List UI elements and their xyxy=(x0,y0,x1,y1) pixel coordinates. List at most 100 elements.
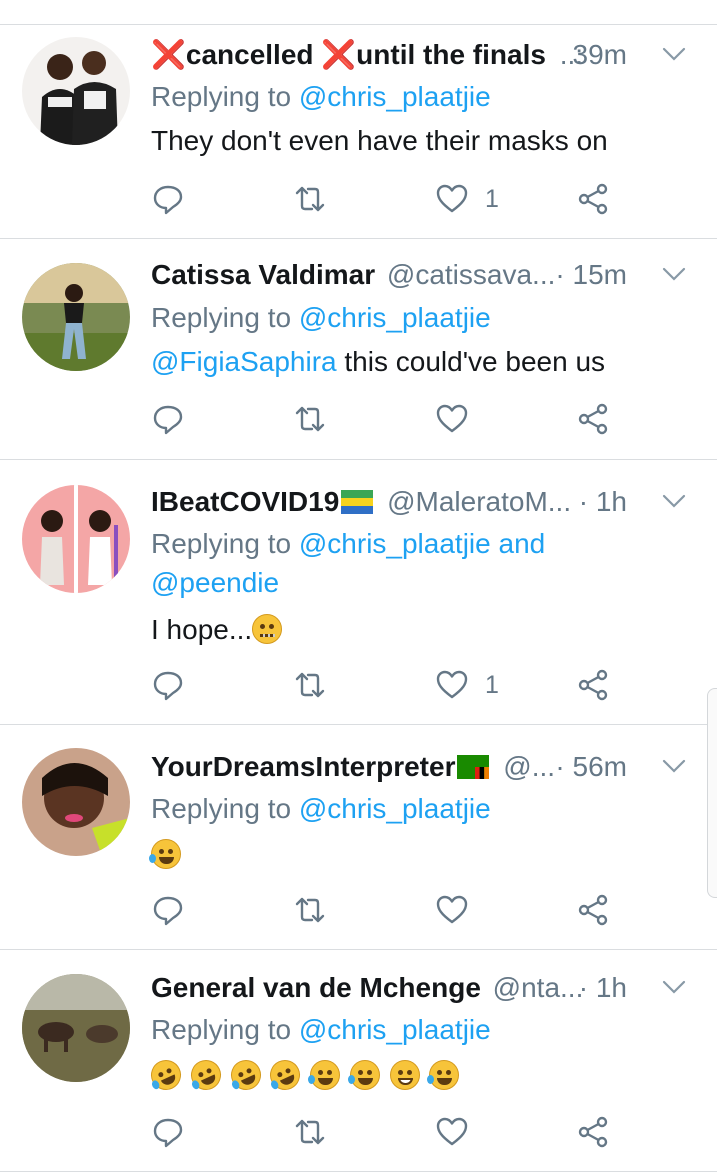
avatar-image xyxy=(22,263,130,371)
tweet[interactable]: ❌cancelled ❌until the finals ..: 39m Rep… xyxy=(0,25,717,239)
display-name[interactable]: Catissa Valdimar xyxy=(151,259,375,290)
like-button[interactable] xyxy=(435,397,469,441)
chevron-down-icon[interactable] xyxy=(659,751,689,781)
like-button[interactable]: 1 xyxy=(435,663,499,707)
mention-link[interactable]: @peendie xyxy=(151,567,279,598)
like-button[interactable]: 1 xyxy=(435,177,499,221)
share-icon xyxy=(578,403,608,435)
like-count: 1 xyxy=(485,184,499,213)
timestamp: 39m xyxy=(572,39,627,70)
tweet[interactable]: YourDreamsInterpreter @... · 56m Replyin… xyxy=(0,725,717,950)
share-button[interactable] xyxy=(576,663,610,707)
reply-feed: ❌cancelled ❌until the finals ..: 39m Rep… xyxy=(0,0,717,1176)
retweet-button[interactable] xyxy=(293,663,327,707)
reply-button[interactable] xyxy=(151,177,185,221)
retweet-icon xyxy=(295,672,325,698)
reply-button[interactable] xyxy=(151,1110,185,1154)
handle: @MaleratoM... xyxy=(387,486,572,517)
share-button[interactable] xyxy=(576,888,610,932)
mention-link[interactable]: @chris_plaatjie xyxy=(299,1014,491,1045)
zipper-mouth-emoji xyxy=(252,614,283,644)
action-bar: 1 xyxy=(151,663,697,707)
timestamp: · 56m xyxy=(555,751,627,782)
heart-icon xyxy=(436,404,468,433)
replying-to: Replying to @chris_plaatjie xyxy=(151,793,491,824)
mention-link[interactable]: @chris_plaatjie xyxy=(299,793,491,824)
display-name[interactable]: General van de Mchenge xyxy=(151,972,481,1003)
retweet-icon xyxy=(295,406,325,432)
display-name[interactable]: YourDreamsInterpreter xyxy=(151,751,490,782)
tweet-text xyxy=(146,1055,461,1095)
share-button[interactable] xyxy=(576,1110,610,1154)
flag-zambia-icon xyxy=(457,755,490,779)
rolling-laughing-emoji xyxy=(225,1055,266,1095)
tweet-text: I hope... xyxy=(151,610,284,649)
replying-to: Replying to @chris_plaatjie xyxy=(151,1014,491,1045)
tweet-header: Catissa Valdimar @catissava... · 15m xyxy=(151,255,697,295)
tweet-text: @FigiaSaphira this could've been us xyxy=(151,346,606,377)
chevron-down-icon[interactable] xyxy=(659,39,689,69)
reply-button[interactable] xyxy=(151,888,185,932)
avatar[interactable] xyxy=(22,974,130,1082)
like-button[interactable] xyxy=(435,1110,469,1154)
action-bar xyxy=(151,397,697,441)
retweet-button[interactable] xyxy=(293,888,327,932)
heart-icon xyxy=(436,184,468,213)
handle: @nta... xyxy=(492,972,584,1003)
tears-of-joy-emoji xyxy=(347,1060,380,1090)
tears-of-joy-emoji xyxy=(308,1060,341,1090)
handle: @... xyxy=(503,751,556,782)
grinning-emoji xyxy=(389,1060,420,1090)
replying-to: Replying to @chris_plaatjie xyxy=(151,302,491,333)
heart-icon xyxy=(436,670,468,699)
display-name[interactable]: ❌cancelled ❌until the finals xyxy=(151,39,546,70)
share-icon xyxy=(578,1116,608,1148)
retweet-button[interactable] xyxy=(293,397,327,441)
display-name[interactable]: IBeatCOVID19 xyxy=(151,486,374,517)
replying-to: Replying to @chris_plaatjie and @peendie xyxy=(151,528,546,598)
scrollbar[interactable] xyxy=(707,688,717,898)
tweet[interactable]: IBeatCOVID19 @MaleratoM... · 1h Replying… xyxy=(0,460,717,725)
tweet-header: ❌cancelled ❌until the finals ..: 39m xyxy=(151,35,697,75)
reply-icon xyxy=(153,896,183,926)
chevron-down-icon[interactable] xyxy=(659,486,689,516)
retweet-icon xyxy=(295,1119,325,1145)
like-button[interactable] xyxy=(435,888,469,932)
replying-to: Replying to @chris_plaatjie xyxy=(151,81,491,112)
retweet-icon xyxy=(295,897,325,923)
retweet-button[interactable] xyxy=(293,1110,327,1154)
tweet[interactable]: General van de Mchenge @nta... · 1h Repl… xyxy=(0,950,717,1172)
avatar-image xyxy=(22,485,130,593)
flag-gabon-icon xyxy=(341,490,374,514)
reply-button[interactable] xyxy=(151,663,185,707)
avatar[interactable] xyxy=(22,485,130,593)
avatar[interactable] xyxy=(22,748,130,856)
reply-icon xyxy=(153,671,183,701)
chevron-down-icon[interactable] xyxy=(659,972,689,1002)
share-button[interactable] xyxy=(576,397,610,441)
mention-link[interactable]: @chris_plaatjie xyxy=(299,528,491,559)
rolling-laughing-emoji xyxy=(146,1055,186,1095)
avatar-image xyxy=(22,748,130,856)
reply-button[interactable] xyxy=(151,397,185,441)
mention-link[interactable]: @chris_plaatjie xyxy=(299,81,491,112)
tweet-text: They don't even have their masks on xyxy=(151,125,608,156)
avatar[interactable] xyxy=(22,37,130,145)
mention-link[interactable]: @chris_plaatjie xyxy=(299,302,491,333)
avatar[interactable] xyxy=(22,263,130,371)
retweet-button[interactable] xyxy=(293,177,327,221)
tweet-text xyxy=(149,835,183,874)
share-icon xyxy=(578,894,608,926)
reply-icon xyxy=(153,1118,183,1148)
reply-icon xyxy=(153,185,183,215)
tweet[interactable]: Catissa Valdimar @catissava... · 15m Rep… xyxy=(0,239,717,460)
share-button[interactable] xyxy=(576,177,610,221)
chevron-down-icon[interactable] xyxy=(659,259,689,289)
reply-icon xyxy=(153,405,183,435)
mention-link[interactable]: @FigiaSaphira xyxy=(151,346,337,377)
rolling-laughing-emoji xyxy=(265,1055,306,1095)
tears-of-joy-emoji xyxy=(427,1060,460,1090)
timestamp: · 1h xyxy=(578,486,627,517)
tears-of-joy-emoji xyxy=(149,839,181,869)
like-count: 1 xyxy=(485,670,499,699)
